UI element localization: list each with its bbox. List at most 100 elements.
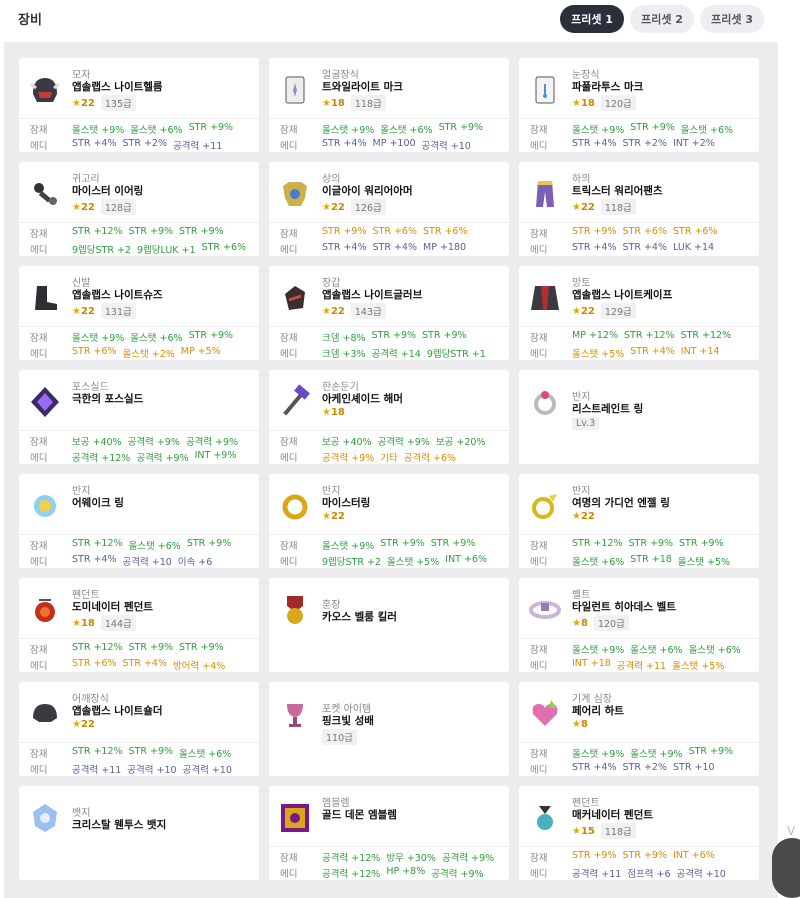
equipment-card[interactable]: 하의 트릭스터 워리어팬츠 ★22 118급 잠재 STR +9% STR +6% STR +… <box>519 162 759 256</box>
pants-icon <box>525 174 565 214</box>
item-name: 마이스터 이어링 <box>72 185 144 197</box>
equipment-panel: 장비 프리셋 1 프리셋 2 프리셋 3 모자 앱솔랩스 나이트헬름 ★22 135급… <box>4 0 778 898</box>
equipment-card[interactable]: 펜던트 도미네이터 펜던트 ★18 144급 잠재 STR +12% STR +9% STR … <box>19 578 259 672</box>
emblem-icon <box>275 798 315 838</box>
starforce-badge: ★18 <box>572 98 595 109</box>
option-value: 공격력 +11 <box>173 141 223 152</box>
option-value: STR +2% <box>122 138 168 149</box>
option-value: STR +4% <box>630 346 675 357</box>
star-count: 22 <box>330 201 345 213</box>
option-label: 잠재 <box>30 541 48 552</box>
item-meta: ★22 <box>322 511 345 522</box>
item-level: 144급 <box>100 615 136 631</box>
option-value: STR +9% <box>630 122 675 133</box>
option-value: STR +18 <box>630 554 672 565</box>
item-name: 앱솔랩스 나이트글러브 <box>322 289 423 301</box>
equipment-card[interactable]: 엠블렘 골드 데몬 엠블렘 잠재 공격력 +12% 방무 +30% 공격력 +9% 에디 공격… <box>269 786 509 880</box>
starforce-badge: ★22 <box>72 98 95 109</box>
item-name: 페어리 하트 <box>572 705 624 717</box>
divider <box>519 742 759 743</box>
item-level: 129급 <box>600 303 636 319</box>
equipment-card[interactable]: 벨트 타일런트 히아데스 벨트 ★8 120급 잠재 올스탯 +9% 올스탯 +6% 올스탯 … <box>519 578 759 672</box>
option-value: 공격력 +9% <box>127 437 180 448</box>
option-value: STR +9% <box>188 122 234 133</box>
divider <box>269 846 509 847</box>
additional-row: 에디 올스탯 +5% STR +4% INT +14 <box>530 346 720 360</box>
equipment-card[interactable]: 신발 앱솔랩스 나이트슈즈 ★22 131급 잠재 올스탯 +9% 올스탯 +6% STR +… <box>19 266 259 360</box>
equipment-card[interactable]: 반지 마이스터링 ★22 잠재 올스탯 +9% STR +9% STR +9% 에디 9렙당ST… <box>269 474 509 568</box>
item-level: 118급 <box>600 199 636 215</box>
option-value: STR +4% <box>322 138 367 149</box>
tab-preset-3[interactable]: 프리셋 3 <box>700 5 764 33</box>
additional-row: 에디 공격력 +9% 기타 공격력 +6% <box>280 450 456 464</box>
item-name: 앱솔랩스 나이트케이프 <box>572 289 673 301</box>
item-meta: ★22 118급 <box>572 199 636 215</box>
equipment-card[interactable]: 뱃지 크리스탈 웬투스 뱃지 <box>19 786 259 880</box>
option-value: 올스탯 +5% <box>672 661 725 672</box>
starforce-badge: ★22 <box>572 202 595 213</box>
equipment-card[interactable]: 포켓 아이템 핑크빛 성배 110급 <box>269 682 509 776</box>
star-count: 22 <box>330 511 345 522</box>
item-meta: ★22 <box>572 511 595 522</box>
equipment-card[interactable]: 포스실드 극한의 포스실드 잠재 보공 +40% 공격력 +9% 공격력 +9% 에디 공격력… <box>19 370 259 464</box>
divider <box>519 534 759 535</box>
option-value: STR +6% <box>673 226 718 237</box>
option-value: 올스탯 +9% <box>322 541 375 552</box>
starforce-badge: ★18 <box>322 407 345 418</box>
option-value: 올스탯 +6% <box>128 541 181 552</box>
item-name: 매커네이터 펜던트 <box>572 809 653 821</box>
option-label: 에디 <box>280 349 298 360</box>
item-level: 120급 <box>593 615 629 631</box>
option-value: 크뎀 +8% <box>322 333 366 344</box>
starforce-badge: ★22 <box>72 306 95 317</box>
option-value: 올스탯 +9% <box>322 125 375 136</box>
option-value: STR +4% <box>622 242 668 253</box>
tab-preset-2[interactable]: 프리셋 2 <box>630 5 694 33</box>
heart-icon <box>525 694 565 734</box>
option-label: 잠재 <box>280 125 298 136</box>
equipment-card[interactable]: 얼굴장식 트와일라이트 마크 ★18 118급 잠재 올스탯 +9% 올스탯 +6% STR … <box>269 58 509 152</box>
option-value: MP +180 <box>423 242 467 253</box>
equipment-card[interactable]: 펜던트 매커네이터 펜던트 ★15 118급 잠재 STR +9% STR +9% INT +… <box>519 786 759 880</box>
equipment-card[interactable]: 기계 심장 페어리 하트 ★8 잠재 올스탯 +9% 올스탯 +9% STR +9% 에디 ST… <box>519 682 759 776</box>
cape-icon <box>525 278 565 318</box>
equipment-card[interactable]: 훈장 카오스 벨룸 킬러 <box>269 578 509 672</box>
option-label: 에디 <box>30 453 48 464</box>
equipment-card[interactable]: 반지 리스트레인트 링 Lv.3 <box>519 370 759 464</box>
hammer-icon <box>275 382 315 422</box>
divider <box>269 430 509 431</box>
equipment-card[interactable]: 반지 여명의 가디언 엔젤 링 ★22 잠재 STR +12% STR +9% STR +9… <box>519 474 759 568</box>
equipment-card[interactable]: 장갑 앱솔랩스 나이트글러브 ★22 143급 잠재 크뎀 +8% STR +9% STR +… <box>269 266 509 360</box>
star-count: 22 <box>580 511 595 522</box>
option-label: 에디 <box>30 661 48 672</box>
equipment-card[interactable]: 어깨장식 앱솔랩스 나이트숄더 ★22 잠재 STR +12% STR +9% 올스탯 +6… <box>19 682 259 776</box>
option-value: 9렙당LUK +1 <box>136 245 196 256</box>
equipment-card[interactable]: 한손둔기 아케인셰이드 해머 ★18 잠재 보공 +40% 공격력 +9% 보공 +20% 에… <box>269 370 509 464</box>
divider <box>519 846 759 847</box>
option-value: INT +6% <box>673 850 715 861</box>
equipment-card[interactable]: 모자 앱솔랩스 나이트헬름 ★22 135급 잠재 올스탯 +9% 올스탯 +6% STR +… <box>19 58 259 152</box>
floating-button[interactable] <box>772 838 800 898</box>
star-count: 22 <box>80 97 95 109</box>
star-count: 8 <box>580 719 588 730</box>
option-label: 잠재 <box>280 541 298 552</box>
item-name: 트릭스터 워리어팬츠 <box>572 185 663 197</box>
divider <box>269 222 509 223</box>
option-value: STR +4% <box>72 554 117 565</box>
tab-preset-1[interactable]: 프리셋 1 <box>560 5 624 33</box>
star-count: 8 <box>580 617 588 629</box>
option-value: 공격력 +10 <box>122 557 172 568</box>
item-meta: ★18 <box>322 407 345 418</box>
equipment-card[interactable]: 망토 앱솔랩스 나이트케이프 ★22 129급 잠재 MP +12% STR +12% STR… <box>519 266 759 360</box>
option-value: STR +6% <box>372 226 418 237</box>
item-name: 도미네이터 펜던트 <box>72 601 153 613</box>
equipment-card[interactable]: 귀고리 마이스터 이어링 ★22 128급 잠재 STR +12% STR +9% STR +… <box>19 162 259 256</box>
equipment-card[interactable]: 상의 이글아이 워리어아머 ★22 126급 잠재 STR +9% STR +6% STR +… <box>269 162 509 256</box>
badge-icon <box>25 798 65 838</box>
equipment-card[interactable]: 눈장식 파풀라투스 마크 ★18 120급 잠재 올스탯 +9% STR +9% 올스탯 +6… <box>519 58 759 152</box>
option-label: 잠재 <box>530 749 548 760</box>
option-value: STR +9% <box>380 538 425 549</box>
item-level: 118급 <box>600 823 636 839</box>
potential-row: 잠재 STR +12% STR +9% 올스탯 +6% <box>30 746 231 760</box>
equipment-card[interactable]: 반지 어웨이크 링 잠재 STR +12% 올스탯 +6% STR +9% 에디 STR +4… <box>19 474 259 568</box>
